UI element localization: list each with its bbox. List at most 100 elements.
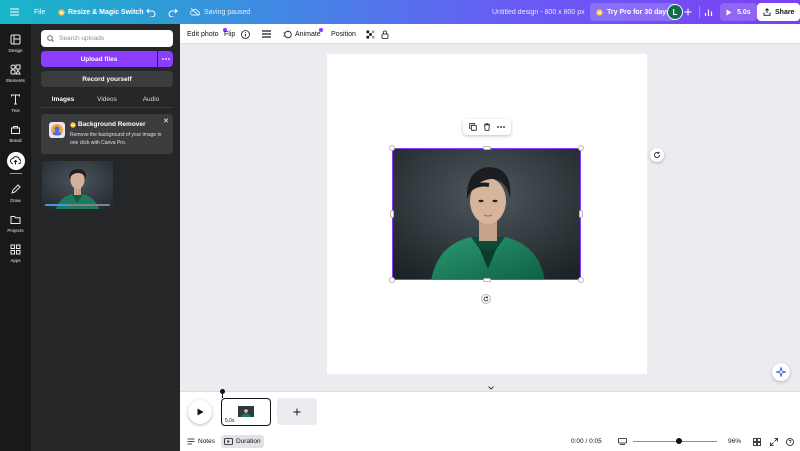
resize-handle-left[interactable] [390, 210, 394, 218]
play-duration-label: 5.0s [737, 8, 751, 16]
rail-item-projects[interactable]: Projects [0, 208, 31, 238]
duplicate-icon[interactable] [469, 123, 477, 131]
zoom-slider-track[interactable] [633, 441, 717, 442]
promo-description: Remove the background of your image in o… [70, 132, 162, 146]
resize-handle-top-left[interactable] [389, 145, 395, 151]
upload-files-button[interactable]: Upload files [41, 51, 157, 67]
rotate-icon [483, 296, 489, 302]
photo-image [393, 149, 580, 279]
animate-label: Animate [295, 30, 321, 38]
grid-view-icon[interactable] [753, 432, 761, 451]
play-icon [197, 408, 204, 416]
rotate-handle[interactable] [481, 294, 491, 304]
undo-icon[interactable] [146, 0, 156, 24]
flip-button[interactable]: Flip [224, 24, 235, 44]
playhead-line [222, 392, 223, 398]
draw-icon [10, 184, 22, 196]
help-icon[interactable] [786, 432, 794, 451]
upload-more-button[interactable] [158, 51, 173, 67]
search-input[interactable] [59, 35, 169, 42]
projects-icon [10, 214, 22, 226]
elements-icon [10, 64, 22, 76]
sparkle-icon [776, 367, 786, 377]
resize-handle-bottom[interactable] [483, 278, 491, 282]
rail-item-brand[interactable]: Brand [0, 118, 31, 148]
zoom-slider-knob[interactable] [676, 438, 683, 444]
duration-button[interactable]: Duration [221, 435, 264, 448]
uploaded-image-thumbnail[interactable] [42, 161, 113, 209]
document-title[interactable]: Untitled design - 800 x 800 px [492, 0, 585, 24]
resize-handle-top[interactable] [483, 146, 491, 150]
tab-audio[interactable]: Audio [129, 91, 173, 107]
timeline-clip[interactable]: 5.0s [221, 398, 271, 426]
border-style-icon[interactable] [262, 24, 271, 44]
analytics-icon[interactable] [704, 0, 713, 24]
save-status-label: Saving paused [204, 8, 251, 16]
menu-icon[interactable] [10, 0, 19, 24]
more-options-icon[interactable] [497, 126, 505, 128]
resize-magic-switch-button[interactable]: Resize & Magic Switch [58, 0, 143, 24]
resize-handle-bottom-right[interactable] [578, 277, 584, 283]
animate-icon [283, 30, 292, 39]
pages-view-icon[interactable] [618, 432, 627, 451]
resize-handle-right[interactable] [579, 210, 583, 218]
redo-icon[interactable] [168, 0, 178, 24]
tab-videos[interactable]: Videos [85, 91, 129, 107]
position-button[interactable]: Position [331, 24, 356, 44]
try-pro-button[interactable]: Try Pro for 30 days [590, 3, 677, 21]
active-indicator [9, 172, 22, 175]
playback-time: 0:00 / 0:05 [571, 438, 602, 445]
transparency-icon[interactable] [366, 24, 375, 44]
rail-item-design[interactable]: Design [0, 28, 31, 58]
magic-assistant-button[interactable] [772, 363, 790, 381]
add-collaborator-icon[interactable] [684, 0, 692, 24]
rail-item-apps[interactable]: Apps [0, 238, 31, 268]
lock-icon[interactable] [381, 24, 389, 44]
tab-images[interactable]: Images [41, 91, 85, 108]
crown-icon [58, 8, 65, 16]
edit-photo-button[interactable]: Edit photo [187, 24, 227, 44]
left-rail: Design Elements Text Brand Draw Projects… [0, 24, 31, 451]
selected-photo[interactable] [392, 148, 581, 280]
canvas-workspace[interactable] [180, 44, 800, 391]
rail-item-draw[interactable]: Draw [0, 178, 31, 208]
add-page-button[interactable] [277, 398, 317, 425]
zoom-level[interactable]: 96% [728, 432, 741, 451]
clip-duration: 5.0s [225, 418, 235, 424]
notes-button[interactable]: Notes [187, 432, 215, 451]
avatar[interactable]: L [667, 4, 683, 20]
share-label: Share [775, 8, 795, 16]
background-remover-promo[interactable]: Background Remover Remove the background… [41, 114, 173, 154]
rail-item-text[interactable]: Text [0, 88, 31, 118]
save-status[interactable]: Saving paused [190, 0, 250, 24]
rail-label: Draw [10, 197, 21, 203]
animate-button[interactable]: Animate [283, 24, 323, 44]
play-duration-button[interactable]: 5.0s [720, 3, 757, 21]
promo-title: Background Remover [70, 121, 146, 128]
edit-photo-label: Edit photo [187, 30, 219, 38]
crown-icon [596, 8, 603, 16]
share-button[interactable]: Share [757, 3, 800, 21]
resize-handle-top-right[interactable] [578, 145, 584, 151]
duration-icon [224, 438, 233, 445]
promo-title-text: Background Remover [78, 121, 146, 128]
rail-label: Projects [7, 227, 24, 233]
timeline-play-button[interactable] [188, 400, 212, 424]
close-icon[interactable]: ✕ [163, 117, 169, 125]
info-icon[interactable] [241, 24, 250, 44]
record-yourself-button[interactable]: Record yourself [41, 71, 173, 87]
swap-replace-button[interactable] [650, 148, 664, 162]
resize-label: Resize & Magic Switch [68, 8, 144, 16]
resize-handle-bottom-left[interactable] [389, 277, 395, 283]
rail-item-uploads[interactable] [0, 148, 31, 178]
file-menu[interactable]: File [34, 0, 45, 24]
fullscreen-icon[interactable] [770, 432, 778, 451]
plus-icon [293, 408, 301, 416]
notes-label: Notes [198, 438, 215, 445]
search-box[interactable] [41, 30, 173, 47]
more-icon [161, 58, 170, 60]
play-icon [726, 9, 732, 16]
rail-item-elements[interactable]: Elements [0, 58, 31, 88]
delete-icon[interactable] [483, 123, 491, 131]
brand-icon [10, 124, 22, 136]
